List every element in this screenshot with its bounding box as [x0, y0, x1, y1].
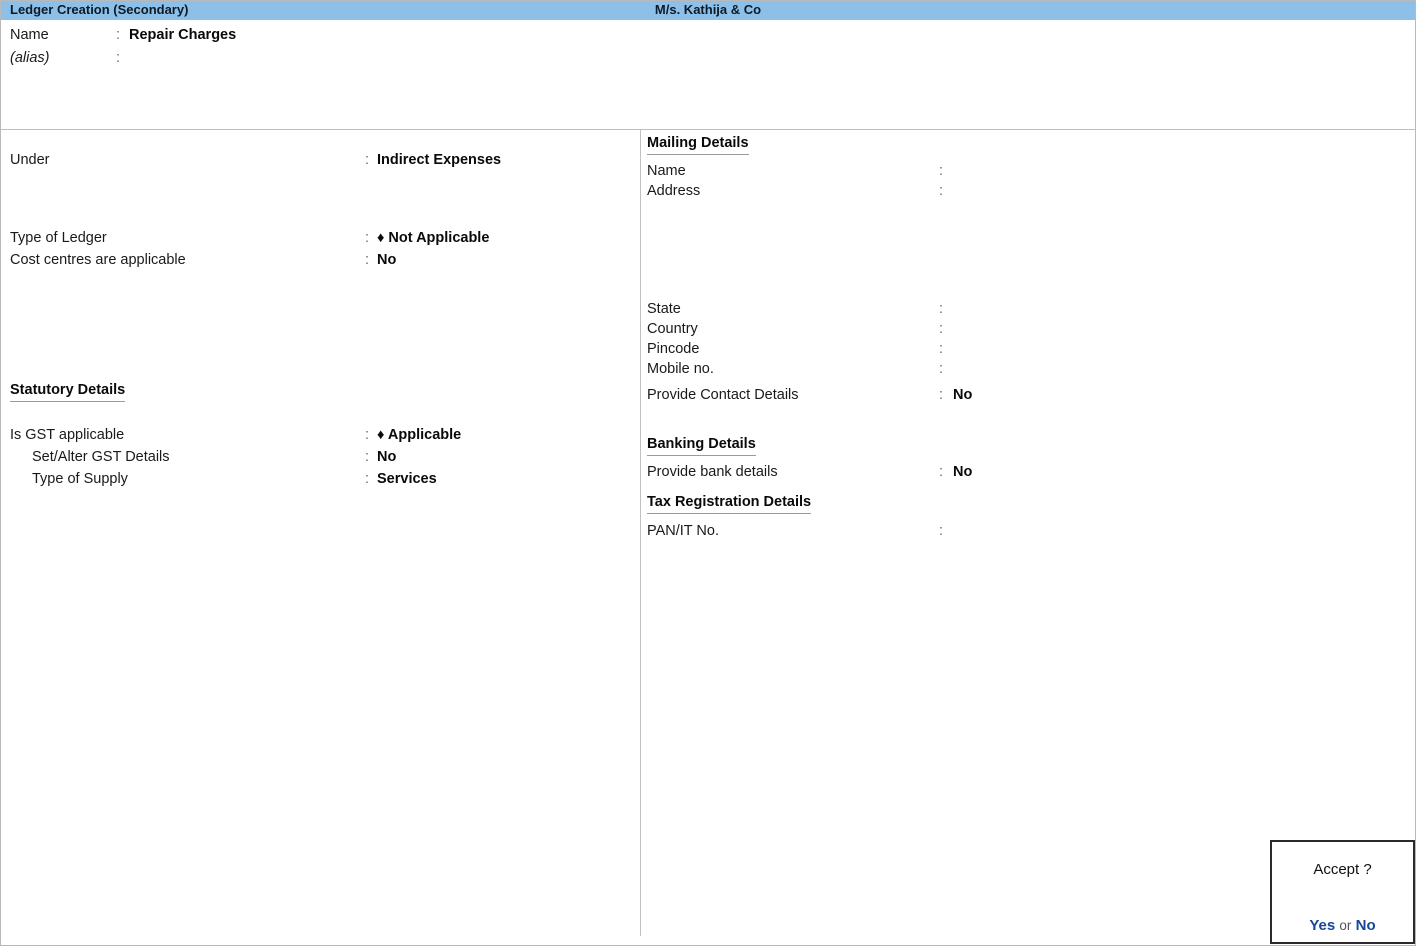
name-input[interactable]: Repair Charges [129, 27, 236, 43]
under-label: Under [10, 152, 50, 168]
name-label: Name [10, 27, 49, 43]
under-value[interactable]: Indirect Expenses [377, 152, 501, 168]
state-label: State [647, 301, 681, 317]
set-alter-gst-colon: : [365, 449, 370, 465]
mailing-address-label: Address [647, 183, 701, 199]
accept-or-separator: or [1339, 918, 1352, 933]
tax-registration-details-heading: Tax Registration Details [647, 494, 812, 514]
mailing-name-colon: : [939, 163, 944, 179]
type-of-ledger-colon: : [365, 230, 370, 246]
pan-it-no-label: PAN/IT No. [647, 523, 719, 539]
provide-bank-details-label: Provide bank details [647, 464, 778, 480]
country-label: Country [647, 321, 698, 337]
ledger-name-block: Name : Repair Charges (alias) : [1, 20, 1415, 128]
provide-contact-details-value[interactable]: No [953, 387, 972, 403]
mailing-details-heading: Mailing Details [647, 135, 749, 155]
accept-yes-button[interactable]: Yes [1309, 917, 1335, 934]
banking-details-heading: Banking Details [647, 436, 756, 456]
alias-label: (alias) [10, 50, 50, 66]
type-of-supply-value[interactable]: Services [377, 471, 437, 487]
pan-it-no-colon: : [939, 523, 944, 539]
accept-no-button[interactable]: No [1356, 917, 1376, 934]
cost-centres-colon: : [365, 252, 370, 268]
mailing-address-colon: : [939, 183, 944, 199]
is-gst-applicable-colon: : [365, 427, 370, 443]
mobile-no-colon: : [939, 361, 944, 377]
type-of-ledger-label: Type of Ledger [10, 230, 107, 246]
provide-bank-details-colon: : [939, 464, 944, 480]
cost-centres-value[interactable]: No [377, 252, 396, 268]
accept-dialog-title: Accept ? [1313, 861, 1372, 878]
company-name: M/s. Kathija & Co [654, 2, 762, 17]
column-divider [640, 130, 641, 936]
accept-dialog-actions: Yes or No [1272, 917, 1413, 934]
name-colon: : [116, 27, 121, 43]
is-gst-applicable-label: Is GST applicable [10, 427, 125, 443]
provide-contact-details-label: Provide Contact Details [647, 387, 799, 403]
set-alter-gst-value[interactable]: No [377, 449, 396, 465]
type-of-supply-colon: : [365, 471, 370, 487]
type-of-ledger-value[interactable]: ♦ Not Applicable [377, 230, 489, 246]
statutory-details-heading: Statutory Details [10, 382, 126, 402]
pincode-colon: : [939, 341, 944, 357]
provide-contact-details-colon: : [939, 387, 944, 403]
state-colon: : [939, 301, 944, 317]
pincode-label: Pincode [647, 341, 700, 357]
type-of-supply-label: Type of Supply [32, 471, 128, 487]
mailing-name-label: Name [647, 163, 686, 179]
accept-dialog: Accept ? Yes or No [1270, 840, 1415, 944]
tally-ledger-creation-screen: Ledger Creation (Secondary) M/s. Kathija… [0, 0, 1416, 946]
set-alter-gst-label: Set/Alter GST Details [32, 449, 170, 465]
cost-centres-label: Cost centres are applicable [10, 252, 186, 268]
alias-colon: : [116, 50, 121, 66]
country-colon: : [939, 321, 944, 337]
provide-bank-details-value[interactable]: No [953, 464, 972, 480]
title-bar: Ledger Creation (Secondary) M/s. Kathija… [1, 1, 1415, 20]
is-gst-applicable-value[interactable]: ♦ Applicable [377, 427, 461, 443]
under-colon: : [365, 152, 370, 168]
right-panel: Mailing Details Name : Address : State :… [645, 130, 1415, 936]
mobile-no-label: Mobile no. [647, 361, 714, 377]
left-panel: Under : Indirect Expenses Type of Ledger… [1, 130, 640, 936]
